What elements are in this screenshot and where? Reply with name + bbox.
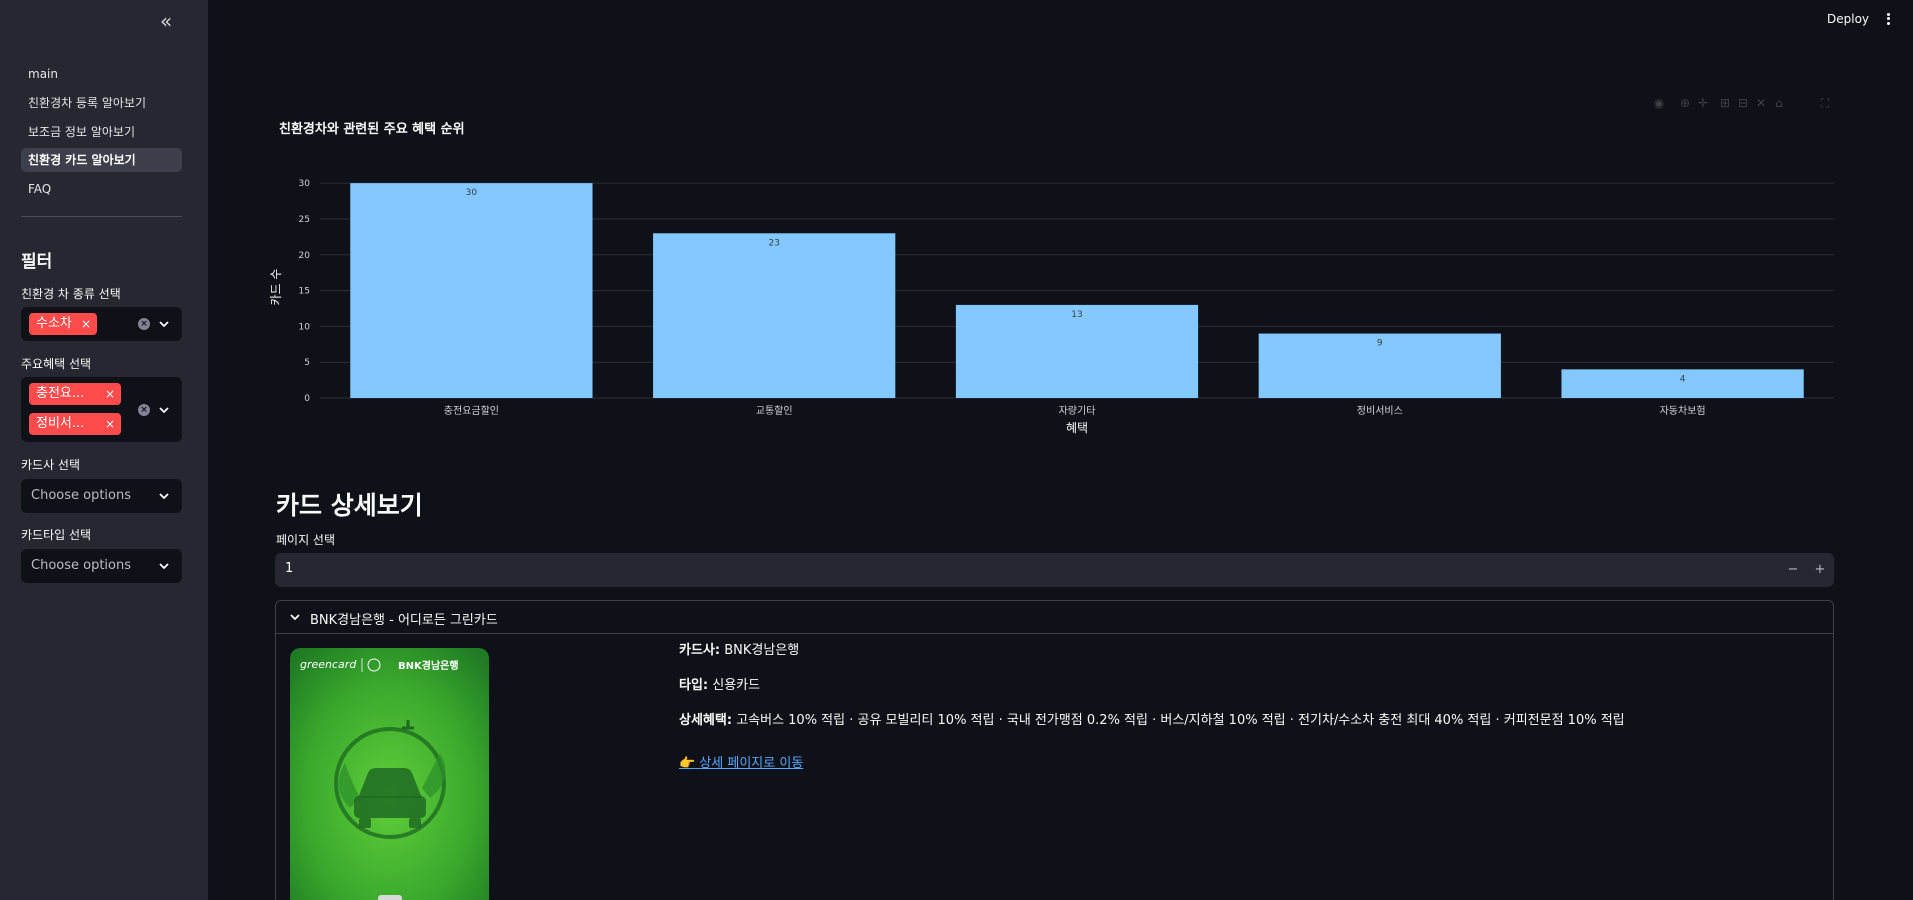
card-type-info: 타입: 신용카드 — [679, 674, 760, 693]
chevron-down-icon[interactable] — [157, 559, 171, 573]
benefit-value: 고속버스 10% 적립 · 공유 모빌리티 10% 적립 · 국내 전가맹점 0… — [736, 713, 1625, 728]
y-tick-label: 10 — [299, 322, 311, 332]
x-tick-label: 충전요금할인 — [444, 405, 499, 417]
card-company-select[interactable]: Choose options — [21, 479, 182, 513]
y-tick-label: 25 — [299, 215, 310, 225]
card-image: greencard BNK경남은행 — [290, 648, 489, 900]
sidebar-nav: main 친환경차 등록 알아보기 보조금 정보 알아보기 친환경 카드 알아보… — [21, 62, 182, 206]
collapse-sidebar-button[interactable]: « — [160, 11, 182, 32]
benefit-label: 상세혜택: — [679, 713, 733, 728]
clear-selection-icon[interactable]: × — [138, 404, 150, 416]
type-value: 신용카드 — [712, 678, 761, 693]
expander-header[interactable]: BNK경남은행 - 어디로든 그린카드 — [276, 601, 1833, 634]
bar-value-label: 13 — [1071, 310, 1082, 320]
benefit-multiselect[interactable]: 충전요... × 정비서... × × — [21, 377, 182, 442]
increment-button[interactable]: + — [1812, 561, 1828, 579]
y-tick-label: 30 — [299, 179, 311, 189]
y-tick-label: 15 — [299, 287, 310, 297]
card-company-info: 카드사: BNK경남은행 — [679, 639, 799, 658]
car-type-label: 친환경 차 종류 선택 — [21, 287, 121, 301]
chevron-down-icon[interactable] — [288, 610, 302, 624]
deploy-button[interactable]: Deploy — [1827, 12, 1869, 26]
x-tick-label: 교통할인 — [756, 405, 793, 417]
expander-title: BNK경남은행 - 어디로든 그린카드 — [310, 613, 498, 628]
zoom-out-icon[interactable]: ⊟ — [1736, 96, 1750, 110]
y-tick-label: 0 — [304, 394, 310, 404]
pan-icon[interactable]: ✛ — [1696, 96, 1710, 110]
fullscreen-icon[interactable]: ⛶ — [1818, 96, 1832, 110]
x-axis-title: 혜택 — [1066, 421, 1088, 435]
chip-hydrogen[interactable]: 수소차 × — [29, 313, 97, 335]
nav-item-cards[interactable]: 친환경 카드 알아보기 — [21, 148, 182, 173]
company-label: 카드사: — [679, 643, 721, 658]
chip-charging[interactable]: 충전요... × — [29, 383, 121, 405]
y-tick-label: 5 — [304, 358, 310, 368]
chart-modebar: ◉ ⊕ ✛ ⊞ ⊟ ✕ ⌂ ⛶ — [1652, 96, 1832, 114]
remove-chip-icon[interactable]: × — [105, 383, 115, 405]
page-number-field[interactable] — [285, 561, 685, 576]
card-logo-left: greencard — [300, 658, 357, 671]
chip-label: 정비서... — [36, 416, 85, 431]
company-value: BNK경남은행 — [724, 643, 800, 658]
main-menu-icon[interactable] — [1884, 11, 1892, 27]
pointing-hand-icon: 👉 — [679, 756, 696, 771]
home-icon[interactable]: ⌂ — [1772, 96, 1786, 110]
card-expander: BNK경남은행 - 어디로든 그린카드 greencard BNK경남은행 카드… — [275, 600, 1834, 900]
sidebar-divider — [21, 216, 182, 217]
benefit-label: 주요혜택 선택 — [21, 357, 92, 371]
zoom-in-icon[interactable]: ⊞ — [1718, 96, 1732, 110]
remove-chip-icon[interactable]: × — [81, 313, 91, 335]
detail-page-link[interactable]: 👉 상세 페이지로 이동 — [679, 752, 803, 771]
link-text: 상세 페이지로 이동 — [699, 756, 804, 771]
x-tick-label: 자동차보험 — [1660, 405, 1706, 417]
zoom-icon[interactable]: ⊕ — [1678, 96, 1692, 110]
chip-label: 수소차 — [36, 316, 72, 331]
bar — [653, 233, 896, 398]
benefit-bar-chart: 0 5 10 15 20 25 30 30 충전요금할인 23 교통할인 13 자량기타 9 정비서비스 4 자… — [269, 179, 1834, 435]
card-benefit-info: 상세혜택: 고속버스 10% 적립 · 공유 모빌리티 10% 적립 · 국내 … — [679, 709, 1625, 728]
y-tick-label: 20 — [299, 251, 311, 261]
nav-item-registration[interactable]: 친환경차 등록 알아보기 — [21, 91, 182, 115]
chevron-down-icon[interactable] — [157, 403, 171, 417]
type-label: 타입: — [679, 678, 709, 693]
remove-chip-icon[interactable]: × — [105, 413, 115, 435]
camera-icon[interactable]: ◉ — [1652, 96, 1666, 110]
car-type-multiselect[interactable]: 수소차 × × — [21, 307, 182, 341]
autoscale-icon[interactable]: ✕ — [1754, 96, 1768, 110]
filter-heading: 필터 — [21, 252, 53, 272]
chevron-down-icon[interactable] — [157, 489, 171, 503]
section-title: 카드 상세보기 — [276, 491, 423, 520]
page-number-input[interactable]: − + — [275, 553, 1834, 587]
clear-selection-icon[interactable]: × — [138, 318, 150, 330]
decrement-button[interactable]: − — [1785, 561, 1801, 579]
sidebar: « main 친환경차 등록 알아보기 보조금 정보 알아보기 친환경 카드 알… — [0, 0, 208, 900]
bar — [350, 183, 593, 398]
bar-value-label: 30 — [466, 188, 478, 198]
bar-value-label: 23 — [768, 238, 779, 248]
x-tick-label: 정비서비스 — [1357, 405, 1403, 417]
nav-item-faq[interactable]: FAQ — [21, 177, 182, 201]
card-type-label: 카드타입 선택 — [21, 528, 92, 542]
chip-label: 충전요... — [36, 386, 85, 401]
nav-item-main[interactable]: main — [21, 62, 182, 86]
bar-value-label: 4 — [1680, 374, 1686, 384]
select-placeholder: Choose options — [31, 558, 132, 573]
card-logo-right: BNK경남은행 — [398, 659, 459, 672]
card-company-label: 카드사 선택 — [21, 458, 81, 472]
chart-title: 친환경차와 관련된 주요 혜택 순위 — [279, 122, 465, 137]
page-select-label: 페이지 선택 — [276, 533, 336, 547]
x-tick-label: 자량기타 — [1059, 405, 1096, 417]
chevron-down-icon[interactable] — [157, 317, 171, 331]
y-axis-title: 카드 수 — [269, 269, 283, 306]
select-placeholder: Choose options — [31, 488, 132, 503]
card-type-select[interactable]: Choose options — [21, 549, 182, 583]
chip-maintenance[interactable]: 정비서... × — [29, 413, 121, 435]
bar-value-label: 9 — [1377, 339, 1383, 349]
nav-item-subsidy[interactable]: 보조금 정보 알아보기 — [21, 120, 182, 144]
